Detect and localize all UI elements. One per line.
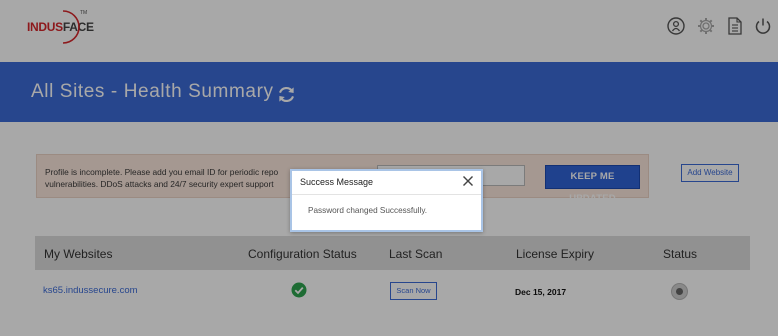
close-icon[interactable] <box>462 175 474 187</box>
modal-backdrop[interactable] <box>0 0 778 336</box>
modal-title: Success Message <box>300 177 374 187</box>
modal-message: Password changed Successfully. <box>308 206 428 215</box>
modal-divider <box>292 194 481 195</box>
success-modal: Success Message Password changed Success… <box>290 169 483 232</box>
